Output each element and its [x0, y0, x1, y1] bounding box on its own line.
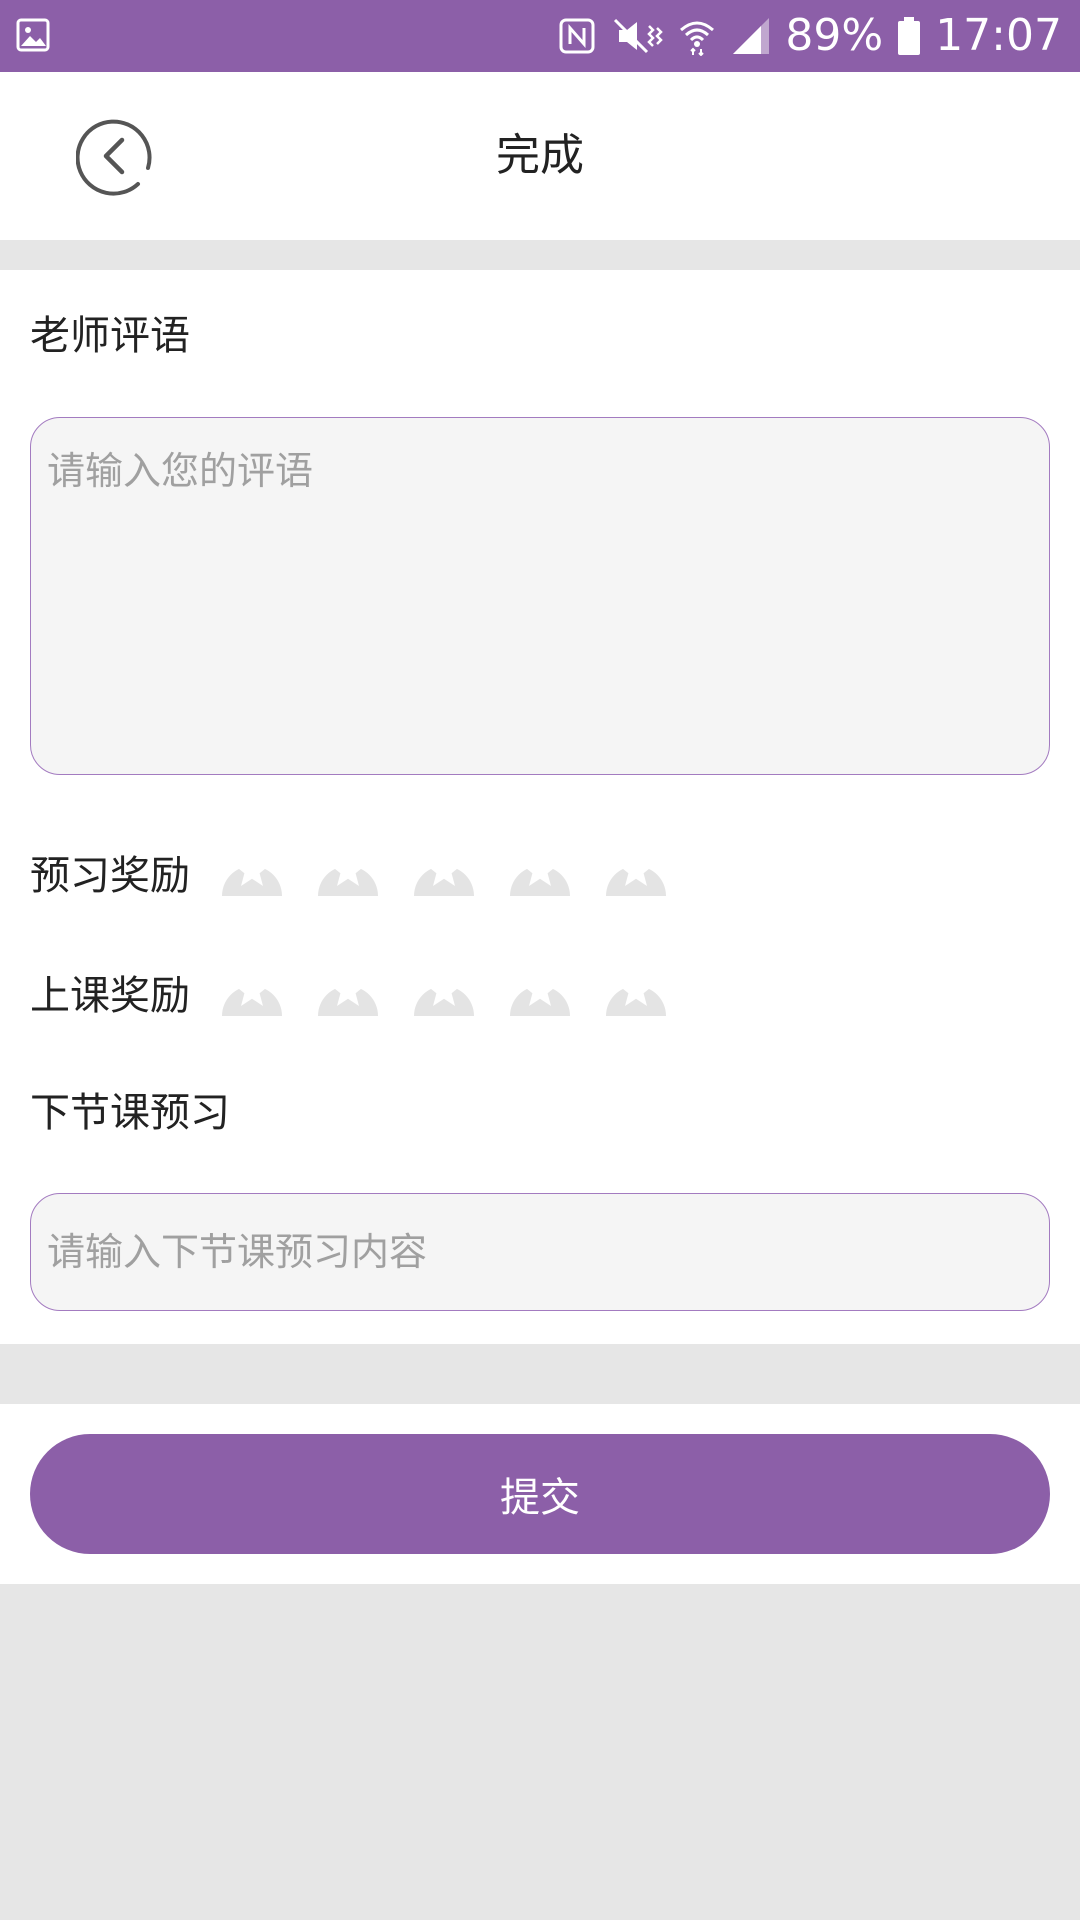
header-bar: 完成: [0, 72, 1080, 240]
back-button[interactable]: [75, 116, 156, 196]
nfc-icon: [559, 18, 595, 54]
gallery-icon: [16, 18, 50, 52]
signal-icon: [733, 18, 770, 54]
star-icon[interactable]: [508, 958, 572, 1022]
chevron-left-circle-icon: [75, 119, 152, 196]
clock: 17:07: [935, 10, 1062, 61]
star-icon[interactable]: [604, 838, 668, 902]
star-icon[interactable]: [412, 838, 476, 902]
submit-section: 提交: [0, 1404, 1080, 1584]
submit-button[interactable]: 提交: [30, 1434, 1050, 1554]
wifi-icon: [680, 21, 715, 56]
preview-reward-label: 预习奖励: [30, 853, 190, 899]
star-icon[interactable]: [412, 958, 476, 1022]
preview-reward-rating[interactable]: [220, 838, 668, 902]
class-reward-rating[interactable]: [220, 958, 668, 1022]
battery-percent: 89%: [785, 10, 884, 61]
comment-label: 老师评语: [30, 313, 190, 359]
comment-input[interactable]: [30, 417, 1050, 775]
star-icon[interactable]: [508, 838, 572, 902]
star-icon[interactable]: [316, 838, 380, 902]
page-title: 完成: [496, 130, 584, 181]
star-icon[interactable]: [220, 838, 284, 902]
next-preview-label: 下节课预习: [30, 1090, 230, 1136]
star-icon[interactable]: [604, 958, 668, 1022]
star-icon[interactable]: [220, 958, 284, 1022]
class-reward-label: 上课奖励: [30, 973, 190, 1019]
feedback-form: 老师评语 预习奖励 上课奖励 下节课预习: [0, 270, 1080, 1344]
next-preview-input[interactable]: [30, 1193, 1050, 1311]
status-bar: 89% 17:07: [0, 0, 1080, 72]
mute-vibrate-icon: [614, 18, 664, 54]
battery-icon: [898, 17, 921, 55]
star-icon[interactable]: [316, 958, 380, 1022]
